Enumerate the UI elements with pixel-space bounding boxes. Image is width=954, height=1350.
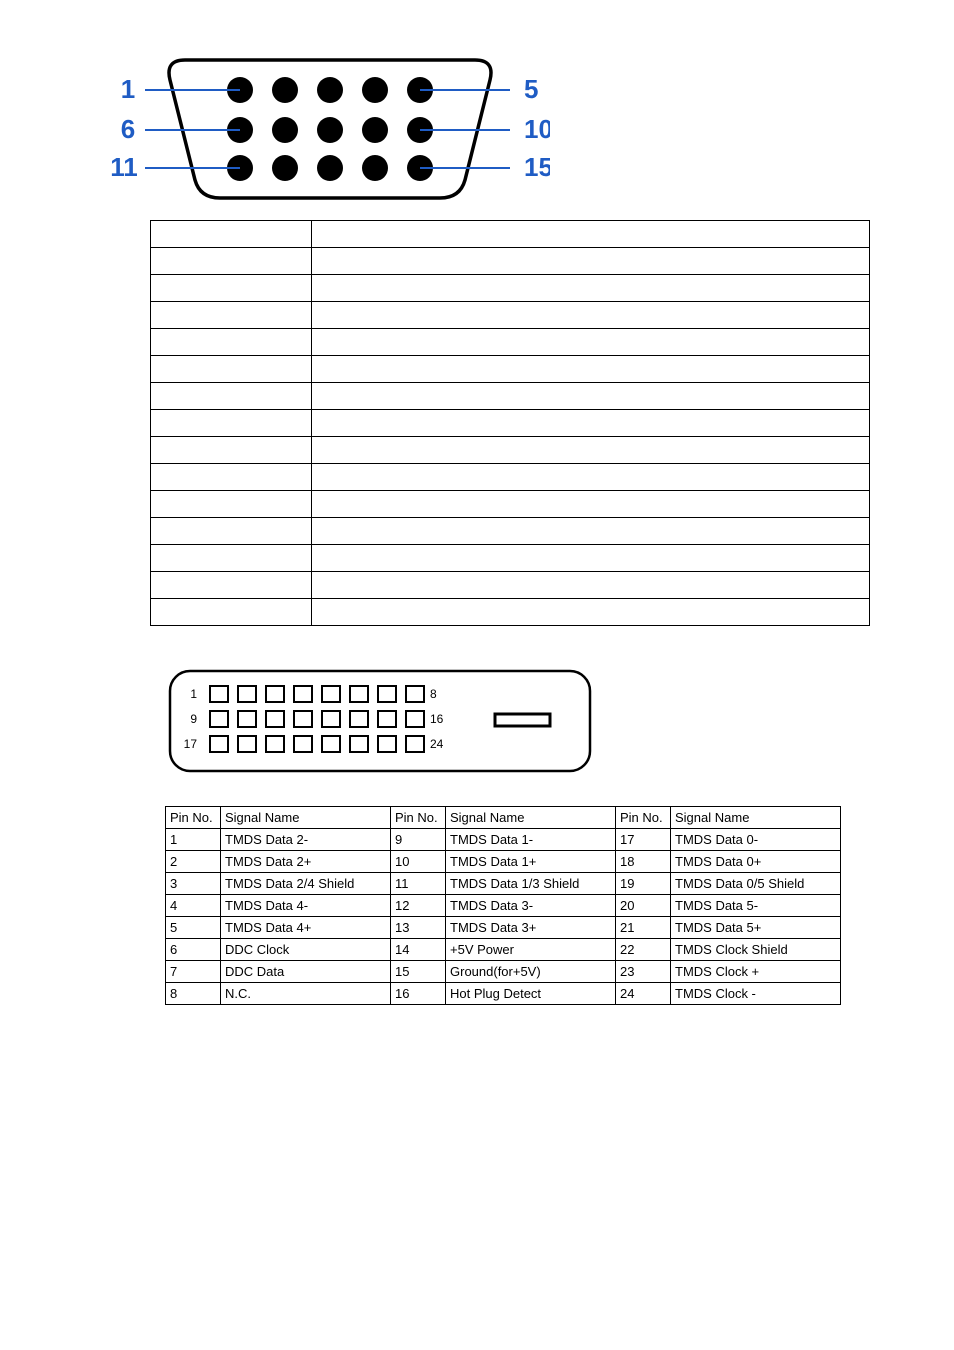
vga-pin-label-5: 5 <box>524 74 538 104</box>
table-row: 5TMDS Data 4+13TMDS Data 3+21TMDS Data 5… <box>166 917 841 939</box>
table-row <box>151 356 870 383</box>
dvi-pin-label-8: 8 <box>430 687 437 701</box>
header-pin: Pin No. <box>391 807 446 829</box>
dvi-connector-diagram: 1 9 17 8 16 24 <box>165 666 595 776</box>
dvi-pin-label-24: 24 <box>430 737 444 751</box>
header-pin: Pin No. <box>166 807 221 829</box>
table-row <box>151 599 870 626</box>
table-row <box>151 518 870 545</box>
header-signal: Signal Name <box>221 807 391 829</box>
table-row: 6DDC Clock14+5V Power22TMDS Clock Shield <box>166 939 841 961</box>
header-signal: Signal Name <box>446 807 616 829</box>
table-row <box>151 275 870 302</box>
table-row: 4TMDS Data 4-12TMDS Data 3-20TMDS Data 5… <box>166 895 841 917</box>
table-row <box>151 383 870 410</box>
table-row <box>151 572 870 599</box>
table-row <box>151 302 870 329</box>
table-row <box>151 248 870 275</box>
table-row: 3TMDS Data 2/4 Shield11TMDS Data 1/3 Shi… <box>166 873 841 895</box>
header-signal: Signal Name <box>671 807 841 829</box>
table-row: 1TMDS Data 2-9TMDS Data 1-17TMDS Data 0- <box>166 829 841 851</box>
table-header-row: Pin No. Signal Name Pin No. Signal Name … <box>166 807 841 829</box>
table-row <box>151 545 870 572</box>
dvi-pin-label-1: 1 <box>190 687 197 701</box>
table-row <box>151 329 870 356</box>
dvi-pin-label-9: 9 <box>190 712 197 726</box>
vga-pin-label-1: 1 <box>121 74 135 104</box>
dvi-pin-label-16: 16 <box>430 712 444 726</box>
table-row <box>151 491 870 518</box>
table-row: 2TMDS Data 2+10TMDS Data 1+18TMDS Data 0… <box>166 851 841 873</box>
vga-pin-label-10: 10 <box>524 114 550 144</box>
table-row <box>151 464 870 491</box>
dvi-pin-table: Pin No. Signal Name Pin No. Signal Name … <box>165 806 841 1005</box>
vga-pin-label-6: 6 <box>121 114 135 144</box>
table-row <box>151 437 870 464</box>
header-pin: Pin No. <box>616 807 671 829</box>
table-row <box>151 410 870 437</box>
vga-connector-diagram: 1 6 11 5 10 15 <box>110 40 550 210</box>
vga-pin-label-11: 11 <box>110 152 138 182</box>
empty-pin-table <box>150 220 870 626</box>
table-row <box>151 221 870 248</box>
dvi-pin-label-17: 17 <box>184 737 198 751</box>
table-row: 8N.C.16Hot Plug Detect24TMDS Clock - <box>166 983 841 1005</box>
vga-pin-label-15: 15 <box>524 152 550 182</box>
table-row: 7DDC Data15Ground(for+5V)23TMDS Clock + <box>166 961 841 983</box>
